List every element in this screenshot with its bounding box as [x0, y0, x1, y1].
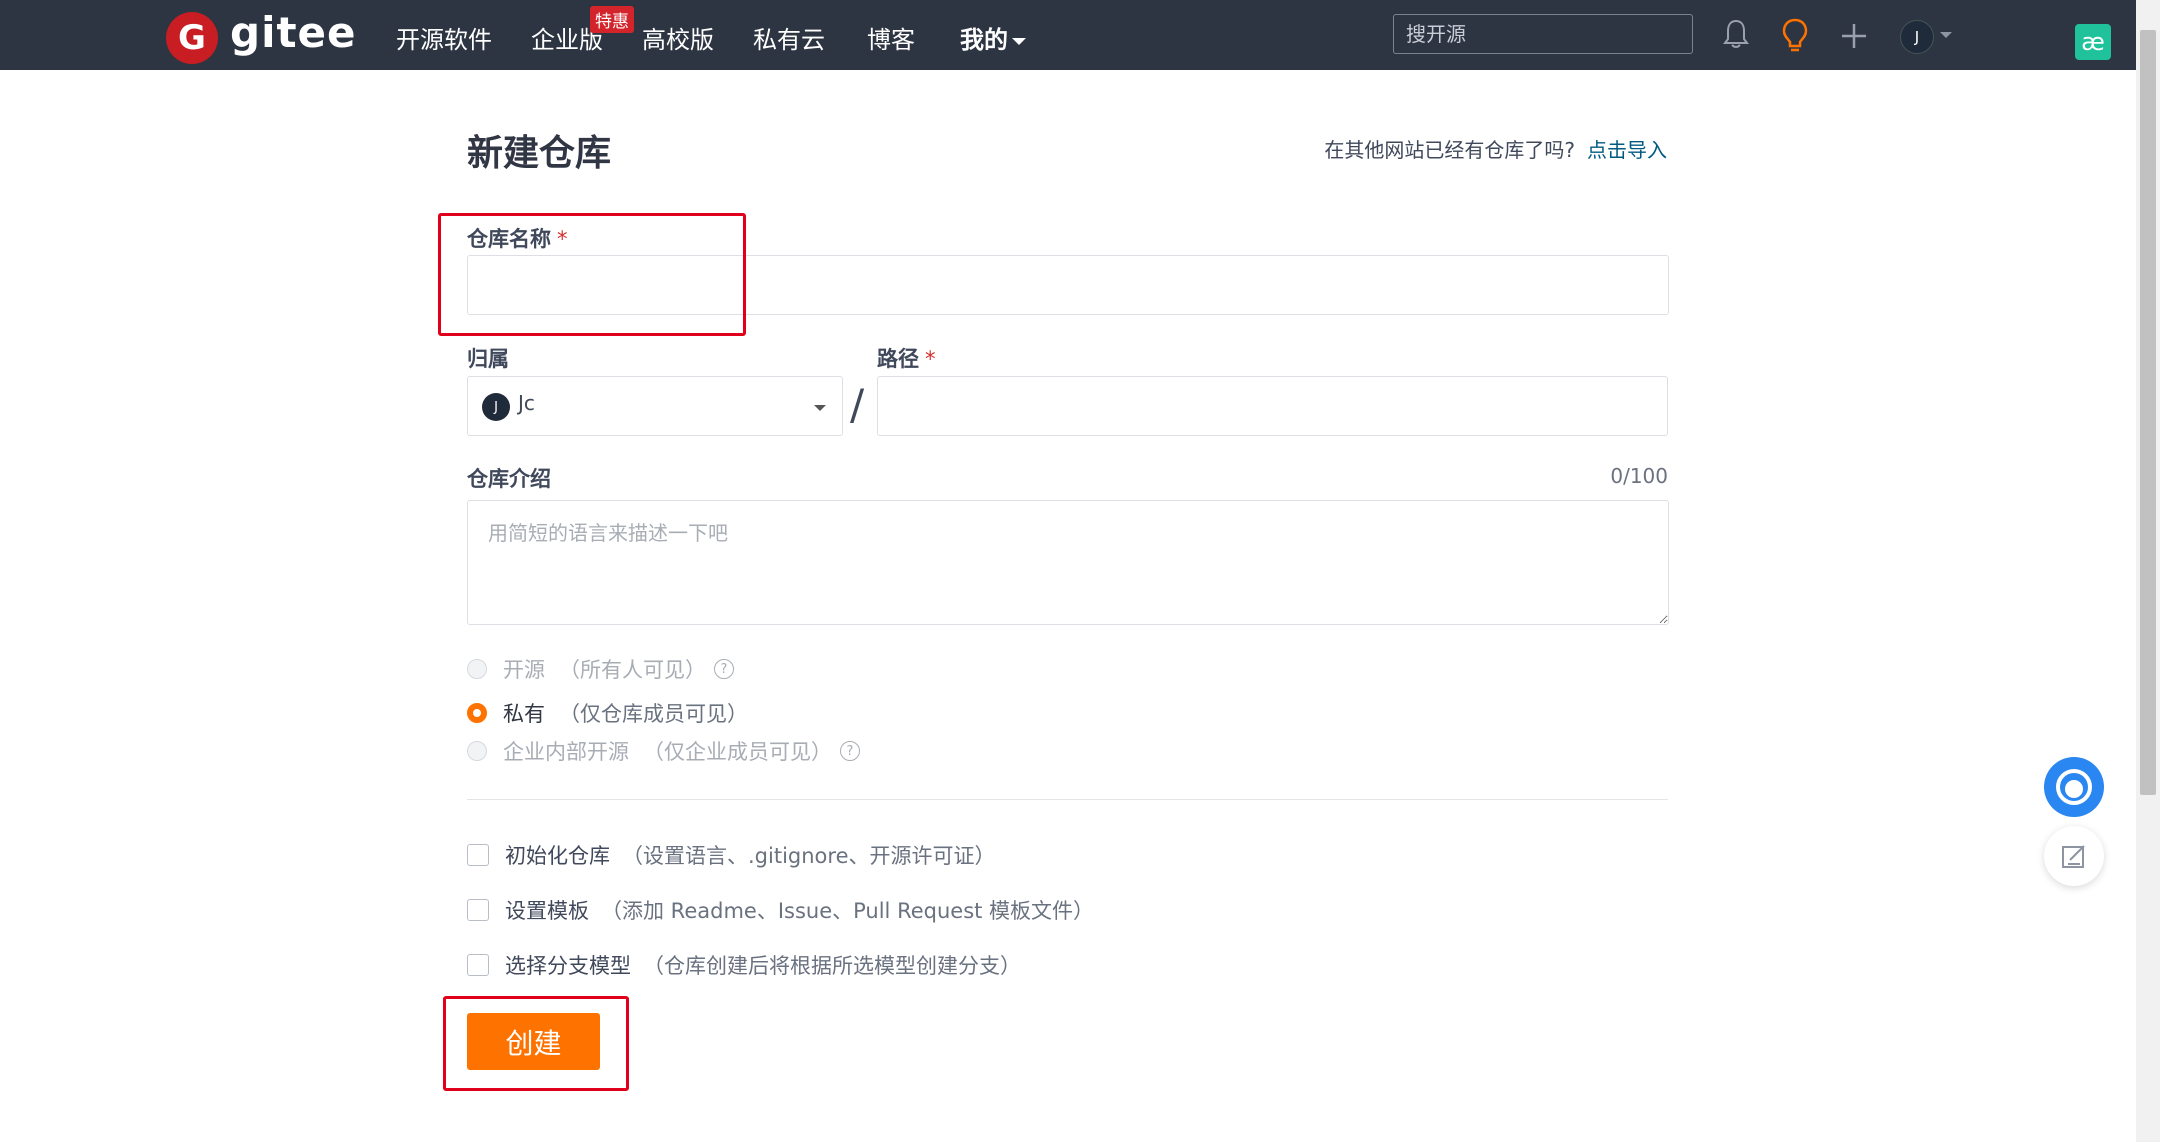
promo-badge: 特惠: [590, 6, 634, 33]
visibility-enterprise-label: 企业内部开源: [503, 740, 629, 764]
page-scrollbar[interactable]: [2136, 0, 2160, 1142]
visibility-private-label: 私有: [503, 702, 545, 726]
bell-icon[interactable]: [1722, 18, 1750, 54]
checkbox[interactable]: [467, 844, 489, 866]
option-template-label: 设置模板: [505, 899, 589, 923]
path-input[interactable]: [877, 376, 1668, 436]
plus-icon[interactable]: [1840, 22, 1868, 54]
path-label-text: 路径: [877, 347, 919, 371]
visibility-enterprise[interactable]: 企业内部开源 （仅企业成员可见） ?: [467, 736, 860, 766]
visibility-public-desc: （所有人可见）: [559, 658, 706, 682]
extension-icon[interactable]: æ: [2075, 24, 2111, 60]
option-branch-model-desc: （仓库创建后将根据所选模型创建分支）: [643, 954, 1021, 978]
nav-open-source[interactable]: 开源软件: [396, 20, 492, 55]
page-title: 新建仓库: [467, 133, 612, 174]
option-template[interactable]: 设置模板 （添加 Readme、Issue、Pull Request 模板文件）: [467, 895, 1094, 925]
scrollbar-thumb[interactable]: [2140, 30, 2156, 795]
checkbox[interactable]: [467, 954, 489, 976]
required-mark: *: [925, 347, 936, 371]
help-icon[interactable]: ?: [714, 659, 734, 679]
customer-service-icon[interactable]: [2044, 757, 2104, 817]
visibility-public-label: 开源: [503, 658, 545, 682]
option-branch-model[interactable]: 选择分支模型 （仓库创建后将根据所选模型创建分支）: [467, 950, 1021, 980]
annotation-box-create: [443, 996, 629, 1091]
owner-name: Jc: [518, 391, 535, 415]
visibility-private[interactable]: 私有 （仅仓库成员可见）: [467, 698, 748, 728]
search-input[interactable]: [1393, 14, 1693, 54]
checkbox[interactable]: [467, 899, 489, 921]
nav-blog[interactable]: 博客: [867, 20, 915, 55]
visibility-private-desc: （仅仓库成员可见）: [559, 702, 748, 726]
visibility-public[interactable]: 开源 （所有人可见） ?: [467, 654, 734, 684]
description-textarea[interactable]: [467, 500, 1669, 625]
radio-button-selected[interactable]: [467, 703, 487, 723]
chevron-down-icon[interactable]: [1940, 32, 1952, 38]
user-avatar[interactable]: J: [1900, 20, 1934, 54]
import-link[interactable]: 点击导入: [1587, 138, 1667, 162]
option-template-desc: （添加 Readme、Issue、Pull Request 模板文件）: [601, 899, 1095, 923]
import-hint: 在其他网站已经有仓库了吗? 点击导入: [1324, 134, 1667, 163]
description-label: 仓库介绍: [467, 467, 551, 491]
gitee-logo-icon[interactable]: G: [166, 12, 218, 64]
owner-avatar: J: [482, 393, 510, 421]
chevron-down-icon: [814, 405, 826, 411]
nav-private-cloud[interactable]: 私有云: [753, 20, 825, 55]
path-label: 路径 *: [877, 343, 936, 373]
owner-select[interactable]: J Jc: [467, 376, 843, 436]
logo-text[interactable]: gitee: [230, 8, 357, 57]
owner-label: 归属: [467, 347, 509, 371]
nav-education[interactable]: 高校版: [642, 20, 714, 55]
option-init-repo[interactable]: 初始化仓库 （设置语言、.gitignore、开源许可证）: [467, 840, 996, 870]
top-navbar: G gitee 开源软件 企业版 特惠 高校版 私有云 博客 我的 J æ: [0, 0, 2136, 70]
nav-mine-label: 我的: [960, 26, 1008, 54]
chevron-down-icon: [1012, 37, 1026, 45]
import-hint-text: 在其他网站已经有仓库了吗?: [1324, 138, 1575, 162]
edit-feedback-icon[interactable]: [2044, 826, 2104, 886]
description-counter: 0/100: [1610, 464, 1668, 488]
nav-mine[interactable]: 我的: [960, 20, 1026, 55]
bulb-icon[interactable]: [1781, 18, 1809, 56]
option-branch-model-label: 选择分支模型: [505, 954, 631, 978]
annotation-box-repo-name: [438, 213, 746, 336]
divider: [467, 799, 1668, 800]
visibility-enterprise-desc: （仅企业成员可见）: [643, 740, 832, 764]
option-init-repo-label: 初始化仓库: [505, 844, 610, 868]
help-icon[interactable]: ?: [840, 741, 860, 761]
radio-button[interactable]: [467, 659, 487, 679]
radio-button[interactable]: [467, 741, 487, 761]
option-init-repo-desc: （设置语言、.gitignore、开源许可证）: [622, 844, 996, 868]
path-separator: /: [850, 380, 865, 429]
